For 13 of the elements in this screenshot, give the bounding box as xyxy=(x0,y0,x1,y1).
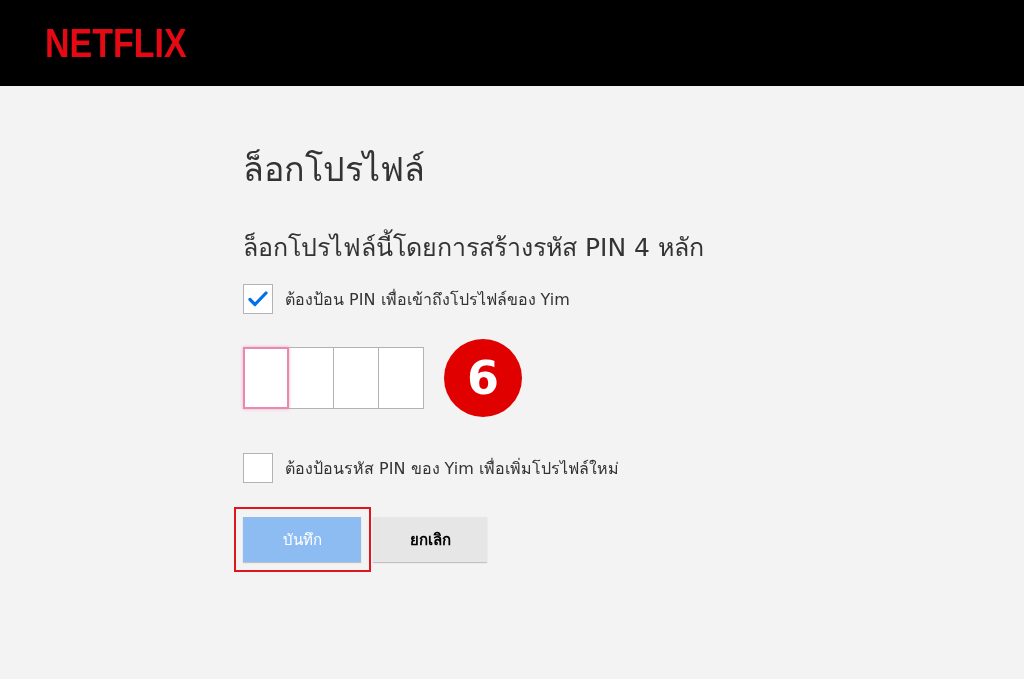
checkbox-label: ต้องป้อน PIN เพื่อเข้าถึงโปรไฟล์ของ Yim xyxy=(285,288,570,311)
pin-digit-field[interactable] xyxy=(333,347,379,409)
subtitle: ล็อกโปรไฟล์นี้โดยการสร้างรหัส PIN 4 หลัก xyxy=(243,228,1024,268)
pin-digit-field[interactable] xyxy=(378,347,424,409)
checkbox[interactable] xyxy=(243,453,273,483)
pin-digit-field[interactable] xyxy=(288,347,334,409)
cancel-button[interactable]: ยกเลิก xyxy=(373,517,487,562)
netflix-logo[interactable]: NETFLIX xyxy=(45,20,187,66)
checkbox-label: ต้องป้อนรหัส PIN ของ Yim เพื่อเพิ่มโปรไฟล์ใหม่ xyxy=(285,457,619,480)
pin-digit-field[interactable] xyxy=(243,347,289,409)
checkbox[interactable] xyxy=(243,284,273,314)
step-badge: 6 xyxy=(444,339,522,417)
page-title: ล็อกโปรไฟล์ xyxy=(243,148,426,191)
